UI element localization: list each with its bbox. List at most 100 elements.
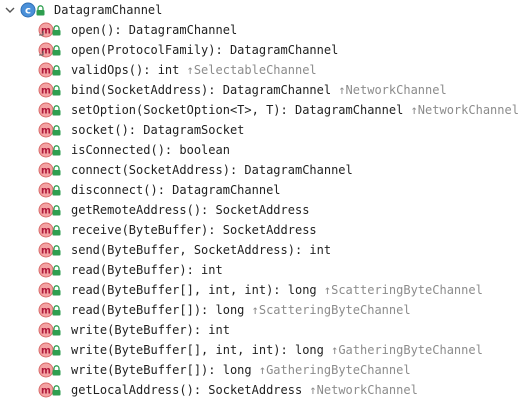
- tree-item-write-array-offset[interactable]: m write(ByteBuffer[], int, int): long ↑Ga…: [0, 340, 519, 360]
- member-label: send(ByteBuffer, SocketAddress): int: [71, 240, 331, 260]
- tree-item-receive[interactable]: m receive(ByteBuffer): SocketAddress: [0, 220, 519, 240]
- member-signature: receive(ByteBuffer): SocketAddress: [71, 223, 317, 237]
- member-label: open(ProtocolFamily): DatagramChannel: [71, 40, 338, 60]
- svg-text:c: c: [25, 6, 31, 17]
- lock-icon: [52, 285, 61, 296]
- member-label: validOps(): int ↑SelectableChannel: [71, 60, 317, 80]
- svg-text:m: m: [41, 126, 51, 137]
- lock-icon: [52, 105, 61, 116]
- lock-icon: [52, 365, 61, 376]
- tree-item-read[interactable]: m read(ByteBuffer): int: [0, 260, 519, 280]
- member-signature: read(ByteBuffer[], int, int): long: [71, 283, 317, 297]
- svg-text:m: m: [41, 66, 51, 77]
- tree-item-open-protocol[interactable]: m open(ProtocolFamily): DatagramChannel: [0, 40, 519, 60]
- lock-icon: [52, 385, 61, 396]
- inherited-from: ↑ScatteringByteChannel: [251, 303, 411, 317]
- tree-item-write[interactable]: m write(ByteBuffer): int: [0, 320, 519, 340]
- tree-item-bind[interactable]: m bind(SocketAddress): DatagramChannel ↑N…: [0, 80, 519, 100]
- inherited-from: ↑GatheringByteChannel: [258, 363, 411, 377]
- svg-text:m: m: [41, 286, 51, 297]
- member-signature: getLocalAddress(): SocketAddress: [71, 383, 303, 397]
- class-icon: c: [20, 2, 36, 18]
- chevron-down-icon[interactable]: [4, 0, 16, 20]
- inherited-from: ↑NetworkChannel: [309, 383, 418, 397]
- lock-icon: [52, 65, 61, 76]
- svg-text:m: m: [41, 206, 51, 217]
- svg-text:m: m: [41, 346, 51, 357]
- member-signature: write(ByteBuffer): int: [71, 323, 230, 337]
- member-signature: connect(SocketAddress): DatagramChannel: [71, 163, 353, 177]
- inherited-from: ↑ScatteringByteChannel: [323, 283, 483, 297]
- tree-item-read-array[interactable]: m read(ByteBuffer[]): long ↑ScatteringByt…: [0, 300, 519, 320]
- member-signature: read(ByteBuffer): int: [71, 263, 223, 277]
- tree-item-write-array[interactable]: m write(ByteBuffer[]): long ↑GatheringByt…: [0, 360, 519, 380]
- lock-icon: [52, 165, 61, 176]
- svg-text:m: m: [41, 146, 51, 157]
- class-name: DatagramChannel: [54, 3, 163, 17]
- lock-icon: [36, 5, 45, 16]
- svg-text:m: m: [41, 186, 51, 197]
- lock-icon: [52, 345, 61, 356]
- member-label: receive(ByteBuffer): SocketAddress: [71, 220, 317, 240]
- member-label: connect(SocketAddress): DatagramChannel: [71, 160, 353, 180]
- lock-icon: [52, 325, 61, 336]
- lock-icon: [52, 45, 61, 56]
- member-signature: setOption(SocketOption<T>, T): DatagramC…: [71, 103, 404, 117]
- lock-icon: [52, 25, 61, 36]
- tree-item-read-array-offset[interactable]: m read(ByteBuffer[], int, int): long ↑Sca…: [0, 280, 519, 300]
- svg-text:m: m: [41, 386, 51, 397]
- svg-text:m: m: [41, 226, 51, 237]
- member-signature: getRemoteAddress(): SocketAddress: [71, 203, 310, 217]
- lock-icon: [52, 225, 61, 236]
- lock-icon: [52, 185, 61, 196]
- member-label: write(ByteBuffer): int: [71, 320, 230, 340]
- lock-icon: [52, 125, 61, 136]
- tree-item-connect[interactable]: m connect(SocketAddress): DatagramChannel: [0, 160, 519, 180]
- tree-item-open[interactable]: m open(): DatagramChannel: [0, 20, 519, 40]
- member-label: write(ByteBuffer[]): long ↑GatheringByte…: [71, 360, 411, 380]
- member-signature: validOps(): int: [71, 63, 180, 77]
- member-label: getLocalAddress(): SocketAddress ↑Networ…: [71, 380, 418, 400]
- tree-item-validOps[interactable]: m validOps(): int ↑SelectableChannel: [0, 60, 519, 80]
- member-signature: open(): DatagramChannel: [71, 23, 238, 37]
- member-signature: write(ByteBuffer[], int, int): long: [71, 343, 324, 357]
- lock-icon: [52, 85, 61, 96]
- lock-icon: [52, 145, 61, 156]
- tree-item-setOption[interactable]: m setOption(SocketOption<T>, T): Datagram…: [0, 100, 519, 120]
- member-signature: send(ByteBuffer, SocketAddress): int: [71, 243, 332, 257]
- lock-icon: [52, 265, 61, 276]
- tree-item-send[interactable]: m send(ByteBuffer, SocketAddress): int: [0, 240, 519, 260]
- member-label: read(ByteBuffer): int: [71, 260, 223, 280]
- svg-text:m: m: [41, 166, 51, 177]
- member-label: disconnect(): DatagramChannel: [71, 180, 281, 200]
- svg-text:m: m: [41, 366, 51, 377]
- svg-text:m: m: [41, 106, 51, 117]
- tree-item-getRemoteAddress[interactable]: m getRemoteAddress(): SocketAddress: [0, 200, 519, 220]
- member-label: open(): DatagramChannel: [71, 20, 237, 40]
- member-signature: write(ByteBuffer[]): long: [71, 363, 252, 377]
- member-label: getRemoteAddress(): SocketAddress: [71, 200, 309, 220]
- inherited-from: ↑NetworkChannel: [410, 103, 519, 117]
- lock-icon: [52, 305, 61, 316]
- inherited-from: ↑GatheringByteChannel: [331, 343, 483, 357]
- tree-item-socket[interactable]: m socket(): DatagramSocket: [0, 120, 519, 140]
- member-signature: socket(): DatagramSocket: [71, 123, 245, 137]
- tree-item-disconnect[interactable]: m disconnect(): DatagramChannel: [0, 180, 519, 200]
- svg-text:m: m: [41, 306, 51, 317]
- member-signature: read(ByteBuffer[]): long: [71, 303, 245, 317]
- member-signature: bind(SocketAddress): DatagramChannel: [71, 83, 332, 97]
- member-label: read(ByteBuffer[]): long ↑ScatteringByte…: [71, 300, 411, 320]
- member-signature: disconnect(): DatagramChannel: [71, 183, 281, 197]
- tree-item-getLocalAddress[interactable]: m getLocalAddress(): SocketAddress ↑Netwo…: [0, 380, 519, 400]
- inherited-from: ↑SelectableChannel: [186, 63, 317, 77]
- svg-text:m: m: [41, 246, 51, 257]
- member-label: socket(): DatagramSocket: [71, 120, 244, 140]
- tree-item-isConnected[interactable]: m isConnected(): boolean: [0, 140, 519, 160]
- member-label: bind(SocketAddress): DatagramChannel ↑Ne…: [71, 80, 447, 100]
- svg-text:m: m: [41, 326, 51, 337]
- lock-icon: [52, 245, 61, 256]
- member-signature: isConnected(): boolean: [71, 143, 230, 157]
- member-label: write(ByteBuffer[], int, int): long ↑Gat…: [71, 340, 483, 360]
- tree-root-row[interactable]: c DatagramChannel: [0, 0, 519, 20]
- svg-text:m: m: [41, 86, 51, 97]
